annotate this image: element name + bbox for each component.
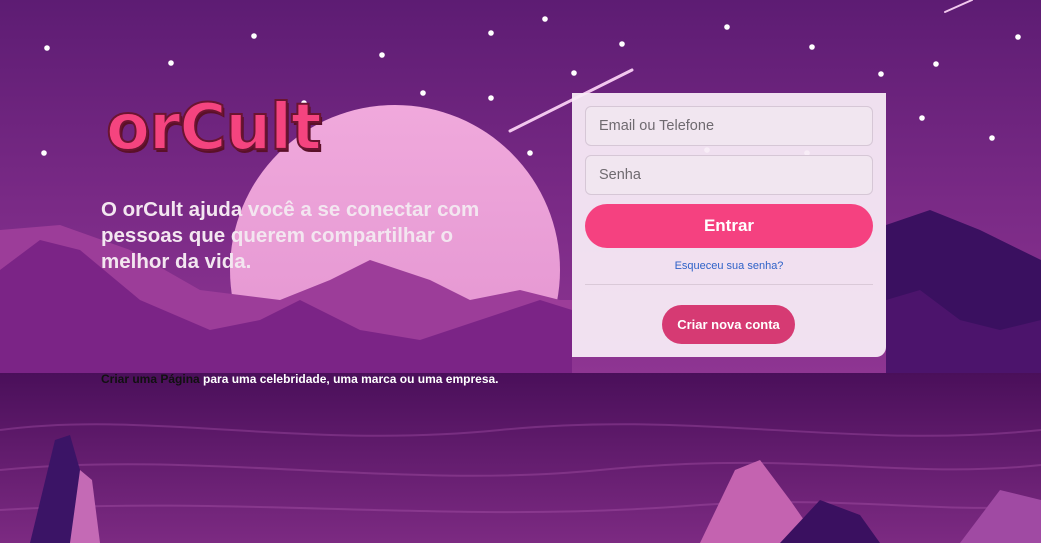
login-card: Entrar Esqueceu sua senha? Criar nova co… bbox=[572, 93, 886, 357]
create-page-line: Criar uma Página para uma celebridade, u… bbox=[101, 372, 499, 386]
hero-tagline: O orCult ajuda você a se conectar com pe… bbox=[101, 198, 480, 273]
orcult-logo: orCult bbox=[105, 91, 323, 165]
email-field[interactable] bbox=[585, 106, 873, 146]
password-field[interactable] bbox=[585, 155, 873, 195]
create-page-link[interactable]: Criar uma Página bbox=[101, 372, 200, 386]
divider bbox=[585, 284, 873, 285]
create-account-button[interactable]: Criar nova conta bbox=[662, 305, 795, 344]
create-page-text: para uma celebridade, uma marca ou uma e… bbox=[199, 372, 499, 386]
login-button[interactable]: Entrar bbox=[585, 204, 873, 248]
forgot-password-link[interactable]: Esqueceu sua senha? bbox=[572, 260, 886, 272]
